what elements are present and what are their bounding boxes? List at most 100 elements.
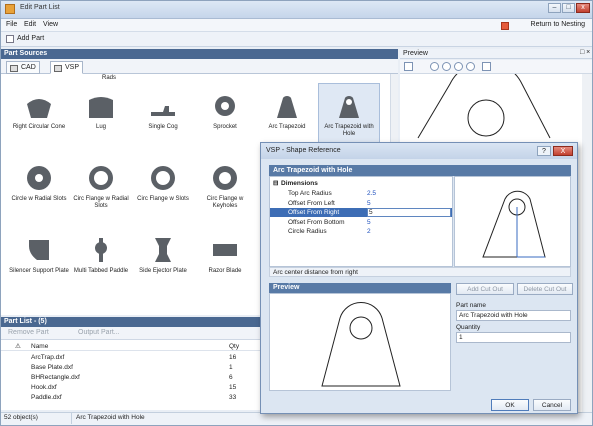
shape-item[interactable]: Razor Blade xyxy=(195,228,255,288)
cone-shape-icon xyxy=(27,99,51,118)
shape-item[interactable]: Silencer Support Plate xyxy=(9,228,69,288)
delete-cut-out-button[interactable]: Delete Cut Out xyxy=(517,283,573,295)
row-qty: 1 xyxy=(229,364,233,371)
shape-item-label: Sprocket xyxy=(213,124,237,130)
property-grid: ⊟ Dimensions Top Arc Radius 2.5 Offset From… xyxy=(269,176,453,267)
shape-item-label: Arc Trapezoid xyxy=(268,124,306,130)
row-qty: 16 xyxy=(229,354,237,361)
remove-part-button[interactable]: Remove Part xyxy=(8,329,49,336)
zoom-fit-icon[interactable] xyxy=(430,62,439,71)
shape-item[interactable]: Lug xyxy=(71,84,131,144)
output-part-button[interactable]: Output Part... xyxy=(78,329,120,336)
preview-pane-controls[interactable]: □ × xyxy=(580,49,590,56)
arc-trapezoid-shape-icon xyxy=(277,96,297,118)
property-value[interactable]: 5 xyxy=(367,218,371,227)
property-value-input[interactable]: 5 xyxy=(367,208,451,217)
ok-button[interactable]: OK xyxy=(491,399,529,411)
shape-item[interactable]: Arc Trapezoid xyxy=(257,84,317,144)
part-sources-header: Part Sources xyxy=(1,49,398,59)
dialog-preview-shape xyxy=(321,302,401,387)
shape-item-label: Multi Tabbed Paddle xyxy=(73,268,129,274)
shape-reference-dialog: VSP - Shape Reference ? X Arc Trapezoid … xyxy=(260,142,578,414)
close-window-button[interactable]: x xyxy=(576,3,590,13)
shape-item-label: Circ Flange w Slots xyxy=(137,196,189,202)
preview-header: Preview xyxy=(400,49,592,59)
cancel-button[interactable]: Cancel xyxy=(533,399,571,411)
tab-cad-label: CAD xyxy=(21,64,36,71)
add-cut-out-button[interactable]: Add Cut Out xyxy=(456,283,514,295)
app-icon xyxy=(5,4,15,14)
zoom-in-icon[interactable] xyxy=(442,62,451,71)
shape-item[interactable]: Multi Tabbed Paddle xyxy=(71,228,131,288)
zoom-window-icon[interactable] xyxy=(466,62,475,71)
shape-item[interactable]: Circle w Radial Slots xyxy=(9,156,69,216)
row-name: BHRectangle.dxf xyxy=(31,374,80,381)
property-key: Offset From Bottom xyxy=(288,218,345,226)
dimension-tool-icon[interactable] xyxy=(482,62,491,71)
shape-item[interactable]: Sprocket xyxy=(195,84,255,144)
status-selected: Arc Trapezoid with Hole xyxy=(76,414,145,421)
table-row[interactable]: ArcTrap.dxf 16 xyxy=(1,353,261,362)
shape-item[interactable]: Right Circular Cone xyxy=(9,84,69,144)
row-name: Hook.dxf xyxy=(31,384,57,391)
shape-item[interactable]: Single Cog xyxy=(133,84,193,144)
property-value[interactable]: 2 xyxy=(367,227,371,236)
maximize-button[interactable]: □ xyxy=(562,3,575,13)
reference-shape xyxy=(482,190,546,258)
property-row[interactable]: Offset From Bottom 5 xyxy=(270,218,452,227)
shape-item-label: Side Ejector Plate xyxy=(139,268,187,274)
arc-trapezoid-hole-shape-icon xyxy=(339,96,359,118)
shape-item[interactable]: Arc Trapezoid with Hole xyxy=(318,83,380,145)
lug-shape-icon xyxy=(89,97,113,118)
tab-cad[interactable]: CAD xyxy=(6,61,40,74)
collapse-icon[interactable]: ⊟ xyxy=(273,179,278,188)
shape-item[interactable]: Side Ejector Plate xyxy=(133,228,193,288)
property-row[interactable]: Circle Radius 2 xyxy=(270,227,452,236)
property-row[interactable]: Offset From Right 5 xyxy=(270,208,452,217)
help-button[interactable]: ? xyxy=(537,146,551,156)
dialog-close-button[interactable]: X xyxy=(553,146,573,156)
preview-toolbar xyxy=(400,60,592,74)
add-part-button[interactable]: Add Part xyxy=(17,35,44,42)
table-row[interactable]: BHRectangle.dxf 6 xyxy=(1,373,261,382)
warning-column-icon: ⚠ xyxy=(15,343,21,350)
table-row[interactable]: Base Plate.dxf 1 xyxy=(1,363,261,372)
silencer-plate-shape-icon xyxy=(29,240,49,260)
table-row[interactable]: Paddle.dxf 33 xyxy=(1,393,261,402)
row-qty: 15 xyxy=(229,384,237,391)
property-value[interactable]: 5 xyxy=(367,199,371,208)
menu-edit[interactable]: Edit xyxy=(24,21,36,28)
shape-item[interactable]: Circ Flange w Radial Slots xyxy=(71,156,131,216)
row-qty: 33 xyxy=(229,394,237,401)
shape-item[interactable]: Circ Flange w Keyholes xyxy=(195,156,255,216)
vsp-icon xyxy=(54,65,62,72)
name-column-header[interactable]: Name xyxy=(31,342,48,351)
status-count: 52 object(s) xyxy=(4,414,38,421)
dimensions-group[interactable]: ⊟ Dimensions xyxy=(270,179,452,188)
tab-vsp[interactable]: VSP xyxy=(50,61,84,74)
property-description: Arc center distance from right xyxy=(269,267,571,277)
zoom-out-icon[interactable] xyxy=(454,62,463,71)
menu-view[interactable]: View xyxy=(43,21,58,28)
part-name-field[interactable]: Arc Trapezoid with Hole xyxy=(456,310,571,321)
table-header: ⚠ Name Qty xyxy=(1,342,261,351)
property-row[interactable]: Offset From Left 5 xyxy=(270,199,452,208)
quantity-label: Quantity xyxy=(456,324,481,331)
minimize-button[interactable]: – xyxy=(548,3,561,13)
table-row[interactable]: Hook.dxf 15 xyxy=(1,383,261,392)
shape-item[interactable]: Circ Flange w Slots xyxy=(133,156,193,216)
qty-column-header[interactable]: Qty xyxy=(229,342,239,351)
shape-item-label: Single Cog xyxy=(148,124,178,130)
property-row[interactable]: Top Arc Radius 2.5 xyxy=(270,189,452,198)
preview-scrollbar[interactable] xyxy=(582,74,592,412)
property-key: Circle Radius xyxy=(288,228,327,235)
property-value[interactable]: 2.5 xyxy=(367,189,376,198)
quantity-field[interactable]: 1 xyxy=(456,332,571,343)
return-to-nesting-button[interactable]: Return to Nesting xyxy=(531,21,585,28)
menu-file[interactable]: File xyxy=(6,21,17,28)
status-divider xyxy=(71,413,72,424)
cad-icon xyxy=(10,65,18,72)
select-tool-icon[interactable] xyxy=(404,62,413,71)
razor-blade-shape-icon xyxy=(213,244,237,256)
side-ejector-shape-icon xyxy=(155,238,171,262)
